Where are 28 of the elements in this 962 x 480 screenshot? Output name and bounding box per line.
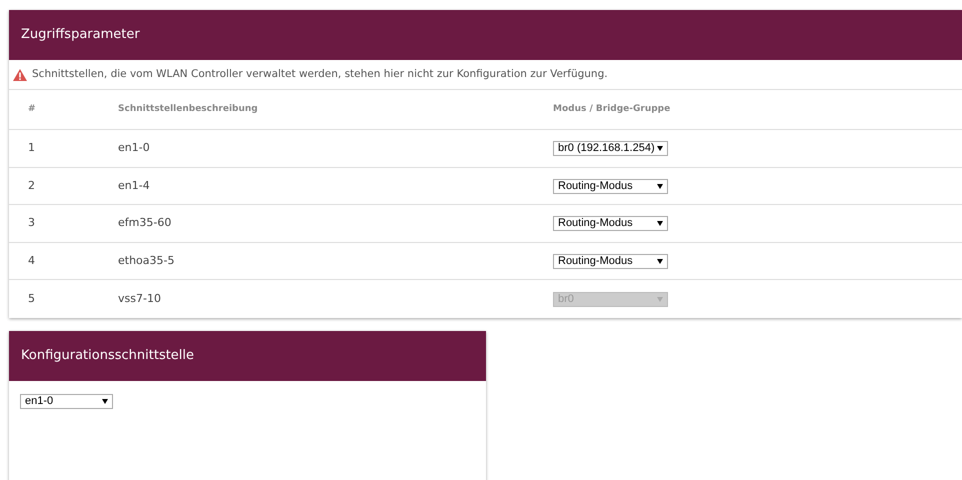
table-cell: ethoa35-5 — [118, 254, 174, 267]
column-header: # — [28, 104, 36, 114]
caret-icon — [102, 398, 108, 404]
dropdown[interactable]: br0 (192.168.1.254) — [553, 141, 668, 156]
dropdown[interactable]: Routing-Modus — [553, 178, 668, 194]
caret-icon — [657, 146, 663, 152]
column-header: Schnittstellenbeschreibung — [118, 104, 258, 114]
table-cell: en1-0 — [118, 141, 150, 154]
table-cell: 5 — [28, 292, 35, 305]
panel-title: Konfigurationsschnittstelle — [21, 347, 194, 366]
table-cell: 2 — [28, 178, 35, 192]
table-cell: 4 — [28, 254, 35, 267]
table-cell: 1 — [28, 141, 35, 154]
dropdown[interactable]: Routing-Modus — [553, 254, 668, 269]
warning-icon — [13, 68, 27, 80]
caret-icon — [657, 221, 663, 226]
table-cell: efm35-60 — [118, 216, 172, 230]
caret-icon — [657, 184, 663, 189]
table-cell: en1-4 — [118, 178, 150, 192]
table-cell: vss7-10 — [118, 292, 161, 305]
dropdown[interactable]: Routing-Modus — [553, 216, 668, 232]
warning-text: Schnittstellen, die vom WLAN Controller verwaltet werden, stehen hier nicht zur Konfiguration zur Verfügung. — [32, 66, 608, 82]
caret-icon — [657, 296, 663, 302]
table-cell: 3 — [28, 216, 35, 230]
panel-title: Zugriffsparameter — [21, 26, 140, 44]
column-header: Modus / Bridge-Gruppe — [553, 104, 670, 114]
dropdown[interactable]: en1-0 — [20, 394, 113, 409]
caret-icon — [657, 258, 663, 264]
